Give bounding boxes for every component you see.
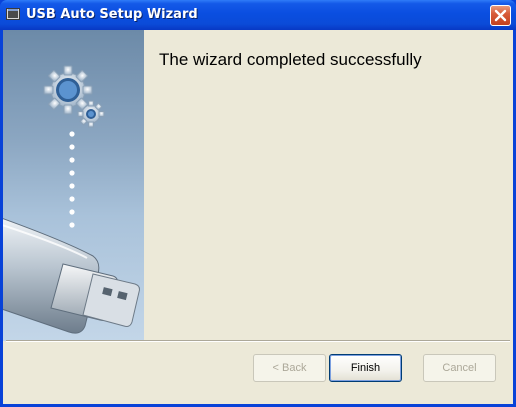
close-icon <box>494 9 507 22</box>
wizard-body: The wizard completed successfully < Back… <box>3 30 513 404</box>
wizard-window: USB Auto Setup Wizard The wizard complet… <box>0 0 516 407</box>
cancel-button[interactable]: Cancel <box>423 354 496 382</box>
usb-drive-icon <box>3 218 140 334</box>
gears-icon <box>3 65 140 334</box>
finish-button[interactable]: Finish <box>329 354 402 382</box>
completion-heading: The wizard completed successfully <box>159 50 422 69</box>
title-bar[interactable]: USB Auto Setup Wizard <box>0 0 516 30</box>
back-button[interactable]: < Back <box>253 354 326 382</box>
close-button[interactable] <box>490 5 511 26</box>
button-separator <box>6 340 510 342</box>
window-title: USB Auto Setup Wizard <box>26 7 198 22</box>
side-illustration-panel <box>3 30 144 341</box>
app-icon <box>6 8 20 20</box>
